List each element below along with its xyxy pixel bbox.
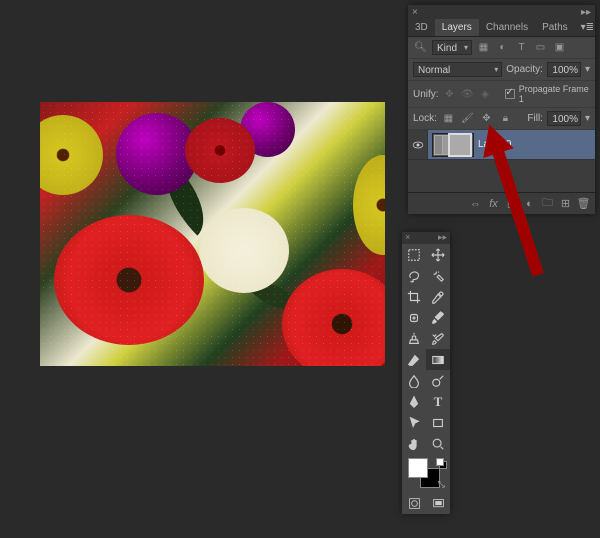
blend-mode-dropdown[interactable]: Normal (413, 62, 502, 77)
brush-tool[interactable] (426, 307, 450, 328)
history-brush-tool[interactable] (426, 328, 450, 349)
unify-position-icon[interactable]: ✥ (443, 87, 457, 102)
panel-tabs: 3D Layers Channels Paths ▾≣ (408, 19, 595, 37)
path-select-tool[interactable] (402, 412, 426, 433)
unify-label: Unify: (413, 89, 439, 100)
unify-visibility-icon[interactable]: 👁︎ (460, 87, 474, 102)
gradient-tool[interactable] (426, 349, 450, 370)
pen-tool[interactable] (402, 391, 426, 412)
propagate-checkbox[interactable] (505, 89, 514, 99)
healing-brush-tool[interactable] (402, 307, 426, 328)
opacity-stepper-icon[interactable]: ▾ (585, 64, 590, 75)
dodge-tool[interactable] (426, 370, 450, 391)
swap-colors-icon[interactable]: ⤡ (438, 479, 445, 490)
smart-object-thumbnail[interactable] (432, 133, 474, 157)
filter-smartobj-icon[interactable]: ▣ (552, 40, 567, 55)
image-content (40, 102, 385, 366)
tools-panel: × ▸▸ T ⤡ (402, 232, 450, 514)
lasso-tool[interactable] (402, 265, 426, 286)
eraser-tool[interactable] (402, 349, 426, 370)
quick-mask-icon[interactable] (402, 494, 426, 512)
adjustment-icon[interactable]: ◐ (522, 196, 537, 211)
hand-tool[interactable] (402, 433, 426, 454)
fill-label: Fill: (527, 113, 543, 124)
lock-transparency-icon[interactable]: ▦ (441, 111, 456, 126)
editing-canvas[interactable] (40, 102, 385, 366)
filter-type-icon[interactable]: T (514, 40, 529, 55)
opacity-field[interactable]: 100% (547, 62, 581, 77)
screen-mode-icon[interactable] (426, 494, 450, 512)
panel-chrome: × ▸▸ (402, 232, 450, 244)
panel-footer: ⇔ fx ◻ ◐ 🗀︎ ⊞ 🗑︎ (408, 192, 595, 214)
move-tool[interactable] (426, 244, 450, 265)
close-icon[interactable]: × (405, 232, 410, 244)
fill-stepper-icon[interactable]: ▾ (585, 113, 590, 124)
panel-chrome: × ▸▸ (408, 5, 595, 19)
filter-row: 🔍︎ Kind ▦ ◐ T ▭ ▣ (408, 37, 595, 59)
filter-adjust-icon[interactable]: ◐ (495, 40, 510, 55)
tab-channels[interactable]: Channels (479, 19, 535, 36)
default-colors-icon[interactable] (436, 458, 445, 467)
tab-layers[interactable]: Layers (435, 19, 479, 36)
lock-label: Lock: (413, 113, 437, 124)
filter-kind-dropdown[interactable]: Kind (432, 40, 472, 55)
group-icon[interactable]: 🗀︎ (540, 196, 555, 211)
search-icon[interactable]: 🔍︎ (413, 40, 428, 55)
lock-pixels-icon[interactable]: 🖌︎ (460, 111, 475, 126)
crop-tool[interactable] (402, 286, 426, 307)
fx-icon[interactable]: fx (486, 196, 501, 211)
collapse-icon[interactable]: ▸▸ (581, 7, 591, 17)
fill-field[interactable]: 100% (547, 111, 581, 126)
tab-paths[interactable]: Paths (535, 19, 575, 36)
eye-icon (412, 139, 424, 151)
color-swatches: ⤡ (404, 456, 448, 492)
tab-3d[interactable]: 3D (408, 19, 435, 36)
opacity-label: Opacity: (506, 64, 543, 75)
zoom-tool[interactable] (426, 433, 450, 454)
close-icon[interactable]: × (412, 7, 418, 17)
propagate-label: Propagate Frame 1 (519, 84, 590, 104)
type-tool[interactable]: T (426, 391, 450, 412)
visibility-toggle[interactable] (408, 130, 428, 159)
collapse-icon[interactable]: ▸▸ (438, 232, 447, 244)
trash-icon[interactable]: 🗑︎ (576, 196, 591, 211)
panel-menu-icon[interactable]: ▾≣ (575, 19, 600, 36)
rectangle-tool[interactable] (426, 412, 450, 433)
rect-marquee-tool[interactable] (402, 244, 426, 265)
magic-wand-tool[interactable] (426, 265, 450, 286)
foreground-color-swatch[interactable] (408, 458, 428, 478)
tool-grid: T (402, 244, 450, 454)
filter-pixel-icon[interactable]: ▦ (476, 40, 491, 55)
filter-shape-icon[interactable]: ▭ (533, 40, 548, 55)
unify-style-icon[interactable]: ◈ (478, 87, 492, 102)
blend-row: Normal Opacity: 100% ▾ (408, 59, 595, 81)
blur-tool[interactable] (402, 370, 426, 391)
unify-row: Unify: ✥ 👁︎ ◈ Propagate Frame 1 (408, 81, 595, 108)
new-layer-icon[interactable]: ⊞ (558, 196, 573, 211)
eyedropper-tool[interactable] (426, 286, 450, 307)
link-layers-icon[interactable]: ⇔ (468, 196, 483, 211)
clone-stamp-tool[interactable] (402, 328, 426, 349)
